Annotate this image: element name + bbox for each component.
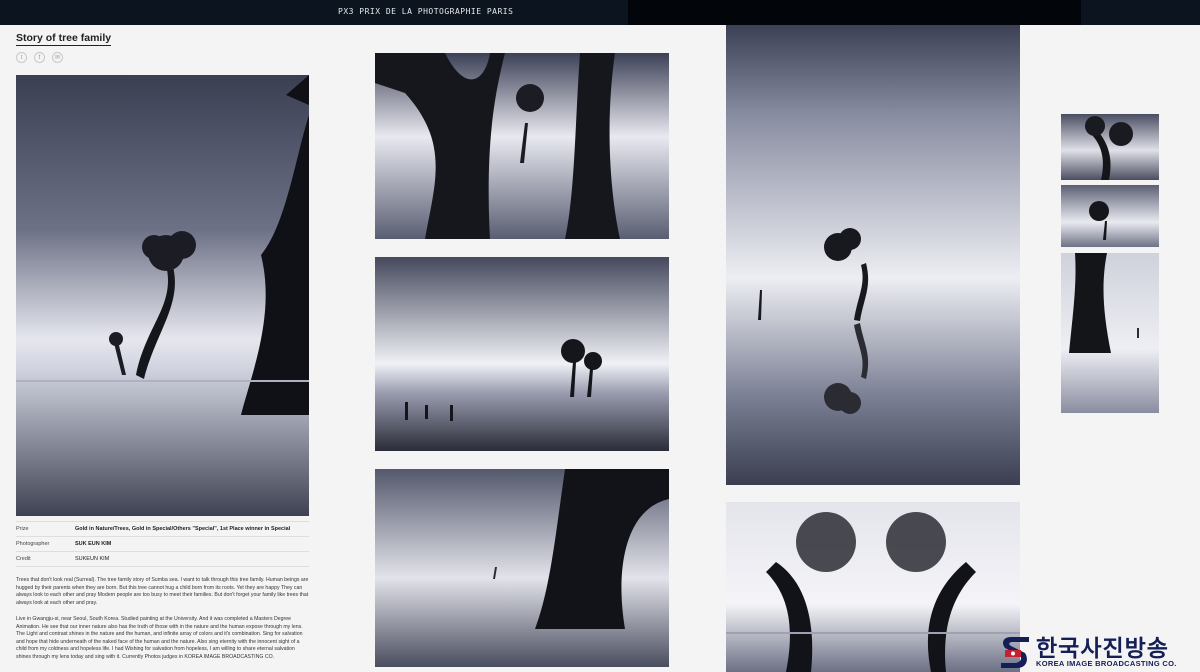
photo-details: Prize Gold in Nature/Trees, Gold in Spec… — [16, 521, 309, 567]
email-icon[interactable]: ✉ — [52, 52, 63, 63]
logo-emblem-icon — [1001, 637, 1029, 668]
details-label: Prize — [16, 526, 29, 532]
thumbnail[interactable] — [1061, 253, 1159, 413]
details-label: Photographer — [16, 541, 50, 547]
top-banner-dark-band — [628, 0, 1081, 25]
photo-grid-item[interactable] — [726, 25, 1020, 485]
share-icons: t f ✉ — [16, 52, 63, 63]
logo-english-text: KOREA IMAGE BROADCASTING CO. — [1036, 659, 1177, 668]
details-row-photographer: Photographer SUK EUN KIM — [16, 537, 309, 552]
details-row-prize: Prize Gold in Nature/Trees, Gold in Spec… — [16, 521, 309, 537]
main-photo[interactable] — [16, 75, 309, 516]
thumbnail[interactable] — [1061, 114, 1159, 180]
details-value: SUKEUN KIM — [75, 556, 110, 562]
details-label: Credit — [16, 556, 31, 562]
photo-grid-item[interactable] — [375, 257, 669, 451]
twitter-icon[interactable]: t — [16, 52, 27, 63]
photo-grid-item[interactable] — [375, 53, 669, 239]
details-row-credit: Credit SUKEUN KIM — [16, 552, 309, 567]
broadcaster-logo: 한국사진방송 KOREA IMAGE BROADCASTING CO. — [996, 632, 1200, 672]
details-value: Gold in Nature/Trees, Gold in Special/Ot… — [75, 526, 291, 532]
logo-korean-text: 한국사진방송 — [1036, 635, 1169, 661]
page-title: Story of tree family — [16, 32, 112, 46]
details-value: SUK EUN KIM — [75, 541, 112, 547]
photo-grid-item[interactable] — [726, 502, 1020, 672]
thumbnail[interactable] — [1061, 185, 1159, 247]
photo-grid-item[interactable] — [375, 469, 669, 667]
banner-brand[interactable]: PX3 PRIX DE LA PHOTOGRAPHIE PARIS — [338, 7, 513, 16]
description-paragraph: Live in Gwangju-si, near Seoul, South Ko… — [16, 616, 303, 660]
facebook-icon[interactable]: f — [34, 52, 45, 63]
description-paragraph: Trees that don't look real (Surreal). Th… — [16, 577, 309, 606]
top-banner: PX3 PRIX DE LA PHOTOGRAPHIE PARIS — [0, 0, 1200, 25]
